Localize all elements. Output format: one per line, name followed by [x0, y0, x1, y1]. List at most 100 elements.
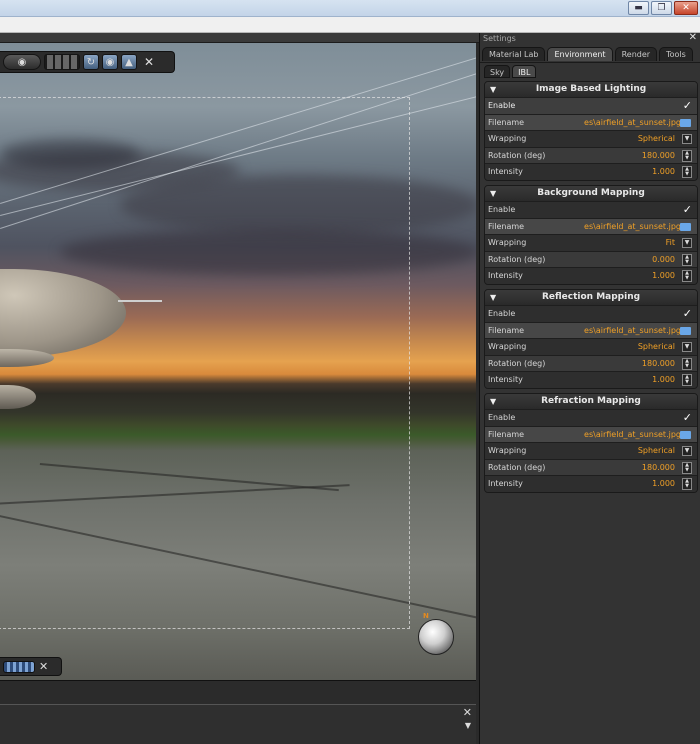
enable-label: Enable: [488, 204, 516, 214]
filename-row: Filename es\airfield_at_sunset.jpg: [485, 425, 697, 443]
panel-title-text: Settings: [483, 34, 516, 43]
intensity-row: Intensity 1.000 ▲ ▼: [485, 267, 697, 284]
status-strip: [0, 680, 476, 704]
enable-checkbox[interactable]: ✓: [683, 306, 692, 322]
enable-row: Enable ✓: [485, 97, 697, 114]
close-icon[interactable]: ✕: [689, 32, 697, 44]
collapse-arrow-icon[interactable]: ▼: [490, 394, 496, 409]
section-header[interactable]: ▼ Background Mapping: [485, 185, 697, 201]
subtab-ibl[interactable]: IBL: [512, 65, 537, 78]
maximize-icon[interactable]: ❐: [651, 1, 672, 15]
filename-field[interactable]: es\airfield_at_sunset.jpg: [541, 427, 681, 443]
filename-field[interactable]: es\airfield_at_sunset.jpg: [541, 115, 681, 131]
enable-checkbox[interactable]: ✓: [683, 98, 692, 114]
wrapping-row: Wrapping Spherical ▼: [485, 130, 697, 147]
window-titlebar: ▬ ❐ ✕: [0, 0, 700, 17]
filename-row: Filename es\airfield_at_sunset.jpg: [485, 113, 697, 131]
enable-row: Enable ✓: [485, 200, 697, 218]
close-icon[interactable]: ✕: [39, 660, 48, 673]
tab-material-lab[interactable]: Material Lab: [482, 47, 546, 61]
section-header[interactable]: ▼ Reflection Mapping: [485, 289, 697, 305]
rotation-field[interactable]: 0.000: [545, 252, 675, 268]
filename-row: Filename es\airfield_at_sunset.jpg: [485, 217, 697, 235]
grid-icon[interactable]: [44, 54, 80, 70]
intensity-row: Intensity 1.000 ▲ ▼: [485, 371, 697, 388]
rotate-icon[interactable]: ↻: [83, 54, 99, 70]
viewport-toolbar: ◉ ↻ ◉ ▲ ✕: [0, 51, 175, 73]
lamp-icon[interactable]: ▲: [121, 54, 137, 70]
enable-checkbox[interactable]: ✓: [683, 410, 692, 426]
folder-icon[interactable]: [680, 118, 691, 127]
globe-navigator-icon[interactable]: [418, 619, 454, 655]
menu-strip: [0, 17, 700, 33]
section-header[interactable]: ▼ Refraction Mapping: [485, 393, 697, 409]
filename-row: Filename es\airfield_at_sunset.jpg: [485, 321, 697, 339]
intensity-field[interactable]: 1.000: [545, 372, 675, 388]
close-icon[interactable]: ✕: [144, 55, 154, 69]
close-icon[interactable]: ✕: [463, 706, 472, 719]
rotation-field[interactable]: 180.000: [545, 148, 675, 164]
enable-label: Enable: [488, 308, 516, 318]
intensity-field[interactable]: 1.000: [545, 476, 675, 492]
wrapping-select[interactable]: Spherical: [545, 131, 675, 147]
minimize-icon[interactable]: ▬: [628, 1, 649, 15]
spinner-icon[interactable]: ▲ ▼: [682, 253, 692, 266]
dropdown-arrow-icon[interactable]: ▼: [682, 238, 692, 249]
rotation-field[interactable]: 180.000: [545, 460, 675, 476]
tab-render[interactable]: Render: [614, 47, 658, 61]
viewport-bottom-toolbar: ✕: [0, 657, 62, 676]
spinner-icon[interactable]: ▲ ▼: [682, 149, 692, 162]
rotation-field[interactable]: 180.000: [545, 356, 675, 372]
eye-icon[interactable]: ◉: [3, 54, 41, 70]
spinner-icon[interactable]: ▲ ▼: [682, 270, 692, 283]
folder-icon[interactable]: [680, 430, 691, 439]
rotation-row: Rotation (deg) 180.000 ▲ ▼: [485, 354, 697, 372]
collapse-arrow-icon[interactable]: ▼: [490, 186, 496, 201]
spinner-icon[interactable]: ▲ ▼: [682, 166, 692, 179]
wrapping-select[interactable]: Spherical: [545, 339, 675, 355]
film-strip-icon[interactable]: [3, 660, 35, 673]
viewport-3d[interactable]: ◉ ↻ ◉ ▲ ✕ ✕ N: [0, 43, 476, 680]
enable-row: Enable ✓: [485, 408, 697, 426]
spinner-icon[interactable]: ▲ ▼: [682, 357, 692, 370]
section-header[interactable]: ▼ Image Based Lighting: [485, 82, 697, 97]
environment-subtabs: Sky IBL: [480, 62, 700, 78]
enable-checkbox[interactable]: ✓: [683, 202, 692, 218]
wrapping-row: Wrapping Spherical ▼: [485, 442, 697, 459]
subtab-sky[interactable]: Sky: [484, 65, 511, 78]
tab-environment[interactable]: Environment: [547, 47, 613, 61]
target-icon[interactable]: ◉: [102, 54, 118, 70]
enable-label: Enable: [488, 101, 516, 110]
wrapping-select[interactable]: Fit: [545, 235, 675, 251]
spinner-icon[interactable]: ▲ ▼: [682, 478, 692, 491]
rotation-row: Rotation (deg) 180.000 ▲ ▼: [485, 146, 697, 164]
enable-label: Enable: [488, 412, 516, 422]
filename-field[interactable]: es\airfield_at_sunset.jpg: [541, 323, 681, 339]
settings-tabs: Material Lab Environment Render Tools: [480, 45, 700, 62]
tab-tools[interactable]: Tools: [659, 47, 693, 61]
intensity-field[interactable]: 1.000: [545, 268, 675, 284]
chevron-down-icon[interactable]: ▼: [465, 721, 471, 730]
filename-field[interactable]: es\airfield_at_sunset.jpg: [541, 219, 681, 235]
enable-row: Enable ✓: [485, 304, 697, 322]
close-icon[interactable]: ✕: [674, 1, 698, 15]
dropdown-arrow-icon[interactable]: ▼: [682, 446, 692, 457]
collapse-arrow-icon[interactable]: ▼: [490, 290, 496, 305]
wrapping-row: Wrapping Fit ▼: [485, 234, 697, 251]
wrapping-select[interactable]: Spherical: [545, 443, 675, 459]
section-title: Reflection Mapping: [541, 291, 641, 302]
spinner-icon[interactable]: ▲ ▼: [682, 461, 692, 474]
folder-icon[interactable]: [680, 326, 691, 335]
section-reflection-mapping: ▼ Reflection Mapping Enable ✓ Filename e…: [484, 288, 698, 389]
spinner-icon[interactable]: ▲ ▼: [682, 374, 692, 387]
folder-icon[interactable]: [680, 222, 691, 231]
bottom-panel: ✕ ▼: [0, 704, 476, 744]
collapse-arrow-icon[interactable]: ▼: [490, 82, 496, 97]
section-image-based-lighting: ▼ Image Based Lighting Enable ✓ Filename…: [484, 81, 698, 181]
dropdown-arrow-icon[interactable]: ▼: [682, 342, 692, 353]
dropdown-arrow-icon[interactable]: ▼: [682, 134, 692, 145]
render-region-frame[interactable]: [0, 97, 410, 629]
intensity-row: Intensity 1.000 ▲ ▼: [485, 475, 697, 492]
rotation-row: Rotation (deg) 0.000 ▲ ▼: [485, 250, 697, 268]
intensity-field[interactable]: 1.000: [545, 164, 675, 180]
